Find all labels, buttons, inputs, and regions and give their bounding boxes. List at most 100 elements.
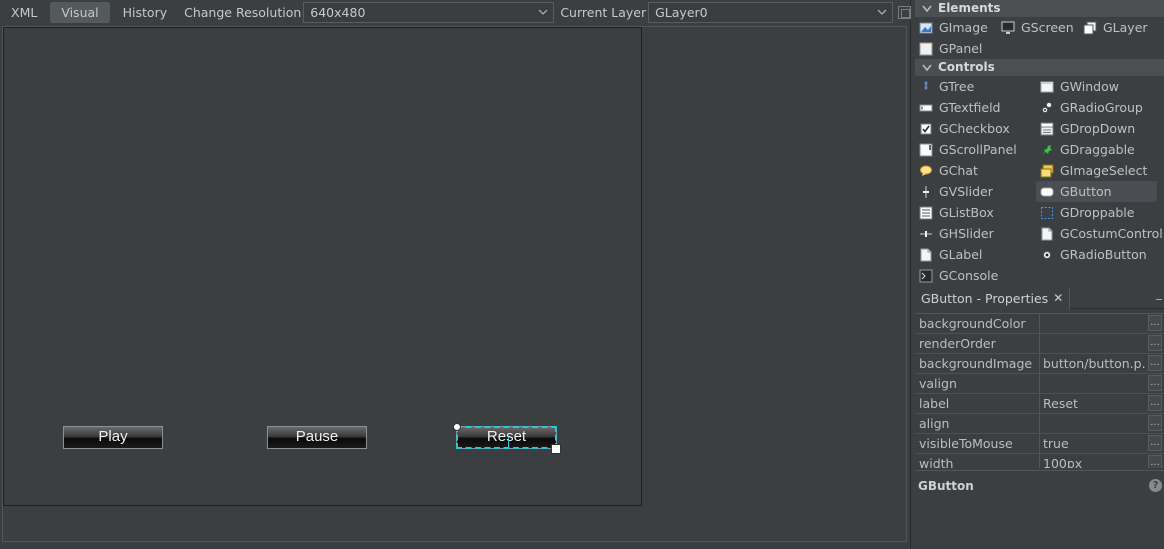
palette-item-label: GWindow: [1060, 79, 1119, 94]
property-edit-button[interactable]: ...: [1148, 435, 1162, 451]
resolution-value: 640x480: [310, 4, 366, 20]
restore-window-icon[interactable]: [898, 5, 911, 19]
palette-item-label: GListBox: [939, 205, 994, 220]
palette-item-label: GRadioButton: [1060, 247, 1147, 262]
property-row[interactable]: width 100px...: [915, 454, 1164, 468]
layer-select[interactable]: GLayer0: [648, 1, 894, 23]
palette-item-ghslider[interactable]: GHSlider: [915, 223, 1036, 244]
controls-title: Controls: [938, 60, 995, 74]
palette-item-gimage[interactable]: GImage: [915, 17, 997, 38]
customcontrol-icon: [1041, 227, 1053, 240]
tab-properties[interactable]: GButton - Properties ✕: [915, 287, 1071, 309]
resolution-label: Change Resolution: [184, 4, 302, 20]
selection-origin-handle[interactable]: [453, 423, 461, 431]
minimize-icon[interactable]: [1156, 299, 1162, 300]
play-button[interactable]: Play: [63, 426, 163, 449]
properties-table: backgroundColor... renderOrder... backgrou…: [915, 313, 1164, 468]
controls-grid: GTree GWindow GTextfield GRadioGroup GCh…: [915, 76, 1164, 285]
reset-button[interactable]: Reset: [456, 426, 557, 449]
tab-xml[interactable]: XML: [0, 2, 48, 23]
property-row[interactable]: align...: [915, 414, 1164, 434]
droppable-icon: [1041, 206, 1053, 219]
screen-icon: [1001, 21, 1015, 34]
pause-button[interactable]: Pause: [267, 426, 367, 449]
property-edit-button[interactable]: ...: [1148, 355, 1162, 371]
button-icon: [1040, 187, 1054, 196]
console-icon: [919, 269, 933, 282]
palette-item-label: GDropDown: [1060, 121, 1136, 136]
property-edit-button[interactable]: ...: [1148, 375, 1162, 391]
property-edit-button[interactable]: ...: [1148, 335, 1162, 351]
editor-toolbar: XML Visual History Change Resolution 640…: [0, 0, 911, 24]
palette-item-gbutton[interactable]: GButton: [1036, 181, 1157, 202]
palette-item-gconsole[interactable]: GConsole: [915, 265, 1036, 285]
imageselect-icon: [1040, 164, 1054, 177]
property-value[interactable]: [1040, 314, 1146, 333]
palette-item-label: GChat: [939, 163, 978, 178]
design-stage[interactable]: Play Pause Reset: [3, 27, 642, 506]
palette-item-gscrollpanel[interactable]: GScrollPanel: [915, 139, 1036, 160]
property-key: width: [915, 454, 1040, 468]
property-edit-button[interactable]: ...: [1148, 455, 1162, 468]
palette-item-label: GVSlider: [939, 184, 993, 199]
palette-item-gdraggable[interactable]: GDraggable: [1036, 139, 1157, 160]
elements-header[interactable]: Elements: [915, 0, 1164, 17]
property-key: backgroundImage: [915, 354, 1040, 373]
palette-item-gtree[interactable]: GTree: [915, 76, 1036, 97]
palette-item-glabel[interactable]: GLabel: [915, 244, 1036, 265]
controls-header[interactable]: Controls: [915, 59, 1164, 76]
palette-item-gdropdown[interactable]: GDropDown: [1036, 118, 1157, 139]
palette-item-label: GTree: [939, 79, 975, 94]
palette-item-glayer[interactable]: GLayer: [1079, 17, 1161, 38]
property-row[interactable]: valign...: [915, 374, 1164, 394]
property-value[interactable]: Reset: [1040, 394, 1146, 413]
property-value[interactable]: [1040, 374, 1146, 393]
property-row[interactable]: backgroundColor...: [915, 314, 1164, 334]
listbox-icon: [919, 206, 933, 219]
palette-item-gwindow[interactable]: GWindow: [1036, 76, 1157, 97]
palette-item-gtextfield[interactable]: GTextfield: [915, 97, 1036, 118]
palette-item-gdroppable[interactable]: GDroppable: [1036, 202, 1157, 223]
properties-tabbar: GButton - Properties ✕: [915, 287, 1164, 309]
properties-panel: GButton - Properties ✕ backgroundColor..…: [915, 287, 1164, 549]
property-value[interactable]: 100px: [1040, 454, 1146, 468]
help-icon[interactable]: ?: [1149, 479, 1162, 492]
palette-item-gradiogroup[interactable]: GRadioGroup: [1036, 97, 1157, 118]
gui-editor: XML Visual History Change Resolution 640…: [0, 0, 911, 549]
resolution-select[interactable]: 640x480: [303, 1, 555, 23]
palette-item-gchat[interactable]: GChat: [915, 160, 1036, 181]
property-row[interactable]: visibleToMouse true...: [915, 434, 1164, 454]
dropdown-icon: [1040, 122, 1054, 135]
property-value[interactable]: button/button.p...: [1040, 354, 1146, 373]
chat-icon: [920, 165, 932, 176]
palette-item-label: GTextfield: [939, 100, 1001, 115]
palette-item-gradiobutton[interactable]: GRadioButton: [1036, 244, 1157, 265]
label-icon: [920, 248, 932, 261]
palette-item-glistbox[interactable]: GListBox: [915, 202, 1036, 223]
image-icon: [919, 22, 933, 33]
resize-handle[interactable]: [551, 444, 561, 454]
palette-item-gscreen[interactable]: GScreen: [997, 17, 1079, 38]
textfield-icon: [919, 104, 933, 111]
property-row[interactable]: renderOrder...: [915, 334, 1164, 354]
palette-item-gcostumcontrol[interactable]: GCostumControl: [1036, 223, 1163, 244]
property-edit-button[interactable]: ...: [1148, 315, 1162, 331]
property-edit-button[interactable]: ...: [1148, 415, 1162, 431]
property-value[interactable]: true: [1040, 434, 1146, 453]
palette-item-label: GCostumControl: [1060, 226, 1163, 241]
tab-history[interactable]: History: [112, 2, 178, 23]
tab-visual[interactable]: Visual: [50, 1, 110, 23]
property-key: label: [915, 394, 1040, 413]
palette-item-gpanel[interactable]: GPanel: [915, 38, 997, 59]
palette-item-gcheckbox[interactable]: GCheckbox: [915, 118, 1036, 139]
property-value[interactable]: [1040, 334, 1146, 353]
palette-item-gvslider[interactable]: GVSlider: [915, 181, 1036, 202]
palette-item-gimageselect[interactable]: GImageSelect: [1036, 160, 1157, 181]
property-row[interactable]: label Reset...: [915, 394, 1164, 414]
panel-icon: [919, 42, 933, 55]
property-row[interactable]: backgroundImage button/button.p......: [915, 354, 1164, 374]
property-value[interactable]: [1040, 414, 1146, 433]
property-edit-button[interactable]: ...: [1148, 395, 1162, 411]
radiobutton-icon: [1043, 250, 1051, 259]
close-icon[interactable]: ✕: [1053, 288, 1063, 309]
